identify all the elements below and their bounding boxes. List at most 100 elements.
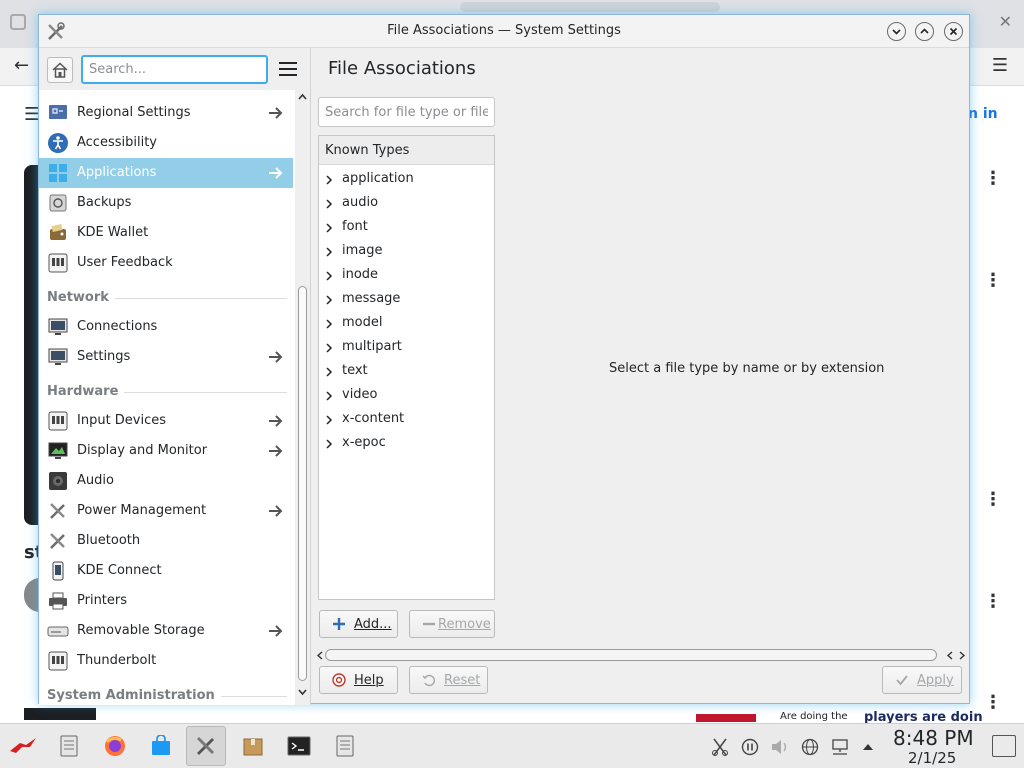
sidebar-item-applications[interactable]: Applications [39, 158, 293, 188]
sidebar-item-audio[interactable]: Audio [39, 466, 293, 496]
sidebar-scrollbar[interactable] [295, 90, 310, 705]
chevron-right-icon[interactable] [324, 174, 334, 186]
chevron-right-icon[interactable] [324, 198, 334, 210]
type-row-message[interactable]: message [319, 288, 494, 312]
type-row-font[interactable]: font [319, 216, 494, 240]
known-types-tree[interactable]: Known Types application audio font image… [318, 135, 495, 600]
terminal-icon [287, 736, 311, 756]
sidebar-item-user-feedback[interactable]: User Feedback [39, 248, 293, 278]
hamburger-menu-button[interactable] [277, 59, 299, 79]
chevron-right-icon[interactable] [324, 414, 334, 426]
scrollbar-thumb[interactable] [325, 649, 937, 661]
sidebar-item-thunderbolt[interactable]: Thunderbolt [39, 646, 293, 676]
horizontal-scrollbar[interactable] [316, 648, 968, 664]
kebab-menu-icon[interactable]: ⋮ [984, 489, 1002, 510]
sidebar-item-network-settings[interactable]: Settings [39, 342, 293, 372]
tray-network-globe[interactable] [800, 737, 820, 757]
pane-divider[interactable] [310, 48, 311, 705]
tray-media-player[interactable] [740, 737, 760, 757]
sidebar-item-label: Input Devices [77, 413, 167, 428]
browser-menu-icon[interactable]: ☰ [992, 55, 1008, 76]
clock-time[interactable]: 8:48 PM [893, 726, 974, 750]
taskbar-app-terminal[interactable] [284, 731, 314, 761]
sidebar-item-input-devices[interactable]: Input Devices [39, 406, 293, 436]
arrow-right-icon [269, 505, 283, 517]
tray-clipboard[interactable] [710, 737, 730, 757]
kebab-menu-icon[interactable]: ⋮ [984, 692, 1002, 713]
chevron-right-icon[interactable] [324, 246, 334, 258]
chevron-right-icon[interactable] [324, 318, 334, 330]
scroll-right-icon[interactable] [958, 651, 966, 660]
sidebar-item-bluetooth[interactable]: Bluetooth [39, 526, 293, 556]
sidebar-item-regional-settings[interactable]: Regional Settings [39, 98, 293, 128]
clock-date[interactable]: 2/1/25 [908, 749, 956, 767]
video-thumbnail[interactable] [696, 714, 756, 722]
known-types-header[interactable]: Known Types [319, 136, 494, 165]
taskbar-app-system-settings[interactable] [186, 726, 226, 766]
type-row-audio[interactable]: audio [319, 192, 494, 216]
app-launcher-button[interactable] [8, 731, 38, 761]
type-row-inode[interactable]: inode [319, 264, 494, 288]
browser-close-icon[interactable]: ✕ [999, 12, 1012, 31]
sidebar-item-backups[interactable]: Backups [39, 188, 293, 218]
reset-button[interactable]: Reset [409, 666, 488, 694]
sidebar-item-printers[interactable]: Printers [39, 586, 293, 616]
sidebar-item-connections[interactable]: Connections [39, 312, 293, 342]
remove-button[interactable]: Remove [409, 610, 495, 638]
title-bar[interactable]: File Associations — System Settings [39, 15, 969, 48]
type-row-model[interactable]: model [319, 312, 494, 336]
type-row-image[interactable]: image [319, 240, 494, 264]
show-desktop-button[interactable] [992, 735, 1016, 757]
scroll-up-icon[interactable] [297, 92, 308, 102]
power-management-icon [50, 503, 65, 519]
help-button[interactable]: Help [319, 666, 398, 694]
chevron-right-icon[interactable] [324, 438, 334, 450]
type-row-x-content[interactable]: x-content [319, 408, 494, 432]
type-row-multipart[interactable]: multipart [319, 336, 494, 360]
scroll-down-icon[interactable] [297, 687, 308, 697]
tray-volume[interactable] [770, 737, 790, 757]
type-row-video[interactable]: video [319, 384, 494, 408]
sidebar-item-display-monitor[interactable]: Display and Monitor [39, 436, 293, 466]
taskbar-app-document[interactable] [54, 731, 84, 761]
sidebar-search-input[interactable] [81, 55, 268, 84]
chevron-right-icon[interactable] [324, 294, 334, 306]
tray-expand[interactable] [858, 737, 878, 757]
home-button[interactable] [47, 57, 73, 83]
maximize-button[interactable] [915, 22, 934, 41]
type-row-application[interactable]: application [319, 168, 494, 192]
kebab-menu-icon[interactable]: ⋮ [984, 270, 1002, 291]
sidebar-header [39, 48, 310, 90]
video-thumbnail[interactable] [24, 708, 96, 720]
file-type-search-input[interactable] [318, 97, 495, 127]
chevron-right-icon[interactable] [324, 270, 334, 282]
scrollbar-thumb[interactable] [298, 286, 307, 681]
chevron-right-icon[interactable] [324, 366, 334, 378]
taskbar-app-package[interactable] [238, 731, 268, 761]
taskbar-app-notes[interactable] [330, 731, 360, 761]
type-row-x-epoc[interactable]: x-epoc [319, 432, 494, 456]
sidebar-item-power-management[interactable]: Power Management [39, 496, 293, 526]
sidebar-item-kde-wallet[interactable]: KDE Wallet [39, 218, 293, 248]
add-button[interactable]: Add... [319, 610, 398, 638]
chevron-right-icon[interactable] [324, 342, 334, 354]
scroll-left-icon[interactable] [316, 651, 324, 660]
sidebar-item-accessibility[interactable]: Accessibility [39, 128, 293, 158]
chevron-right-icon[interactable] [324, 222, 334, 234]
tray-network-wired[interactable] [830, 737, 850, 757]
taskbar-app-firefox[interactable] [100, 731, 130, 761]
sign-in-link[interactable]: n in [968, 106, 998, 122]
minimize-button[interactable] [887, 22, 906, 41]
browser-tab[interactable] [460, 2, 720, 12]
scroll-left-icon[interactable] [946, 651, 954, 660]
type-row-text[interactable]: text [319, 360, 494, 384]
sidebar-item-removable-storage[interactable]: Removable Storage [39, 616, 293, 646]
chevron-right-icon[interactable] [324, 390, 334, 402]
apply-button[interactable]: Apply [882, 666, 962, 694]
kebab-menu-icon[interactable]: ⋮ [984, 591, 1002, 612]
close-button[interactable] [944, 22, 963, 41]
sidebar-item-kde-connect[interactable]: KDE Connect [39, 556, 293, 586]
kebab-menu-icon[interactable]: ⋮ [984, 168, 1002, 189]
browser-back-icon[interactable]: ← [14, 55, 29, 76]
taskbar-app-store[interactable] [146, 731, 176, 761]
